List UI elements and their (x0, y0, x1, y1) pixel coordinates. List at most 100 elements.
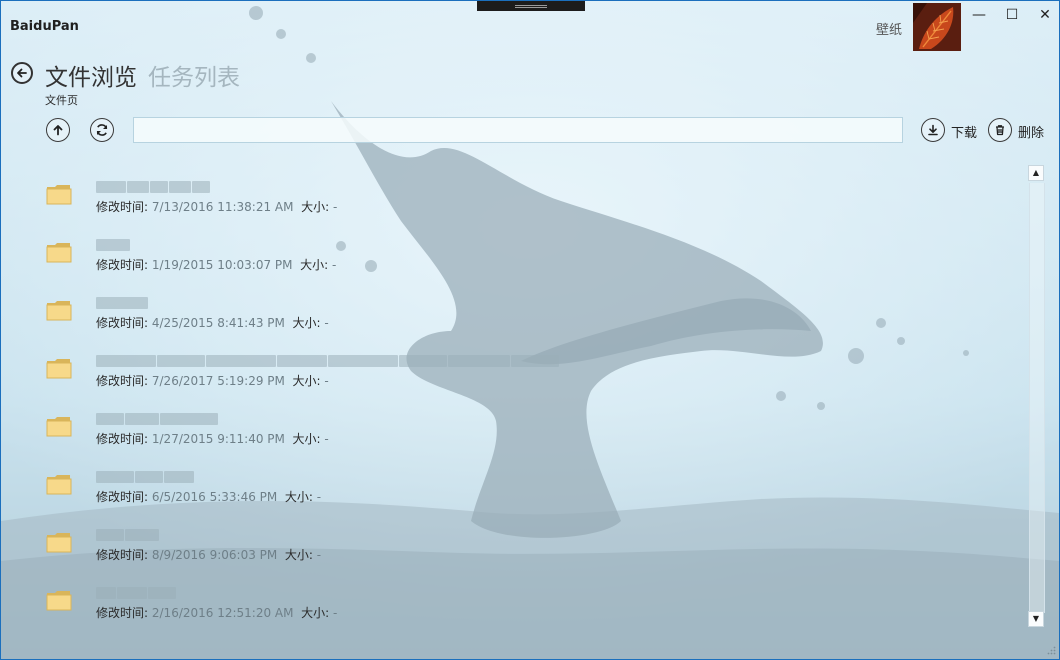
size-label: 大小: (292, 432, 321, 446)
path-input[interactable] (133, 117, 903, 143)
file-row[interactable]: 修改时间: 2/16/2016 12:51:20 AM 大小: - (41, 577, 661, 629)
redacted-text-segment (148, 587, 176, 599)
modified-label: 修改时间: (96, 490, 149, 504)
redacted-text-segment (206, 355, 276, 367)
wallpaper-thumbnail[interactable] (913, 3, 961, 51)
delete-button[interactable] (988, 118, 1012, 142)
maximize-button[interactable]: ☐ (997, 5, 1027, 25)
file-name-redacted[interactable] (96, 236, 131, 251)
refresh-button[interactable] (90, 118, 114, 142)
redacted-text-segment (150, 181, 168, 193)
close-button[interactable]: ✕ (1030, 5, 1059, 25)
file-row[interactable]: 修改时间: 4/25/2015 8:41:43 PM 大小: - (41, 287, 661, 339)
modified-label: 修改时间: (96, 374, 149, 388)
modified-label: 修改时间: (96, 258, 149, 272)
size-label: 大小: (301, 200, 330, 214)
download-button[interactable] (921, 118, 945, 142)
redacted-text-segment (96, 297, 148, 309)
back-button[interactable] (11, 62, 33, 84)
modified-time: 4/25/2015 8:41:43 PM (151, 316, 285, 330)
drag-handle[interactable] (477, 1, 585, 11)
folder-icon (46, 185, 72, 205)
size-label: 大小: (292, 374, 321, 388)
modified-time: 8/9/2016 9:06:03 PM (151, 548, 278, 562)
file-size: - (332, 258, 337, 272)
scroll-up-arrow[interactable]: ▲ (1028, 165, 1044, 181)
file-name-redacted[interactable] (96, 294, 149, 309)
wallpaper-button[interactable]: 壁纸 (876, 19, 902, 38)
file-meta: 修改时间: 1/27/2015 9:11:40 PM 大小: - (96, 430, 329, 447)
folder-icon (46, 417, 72, 437)
file-size: - (333, 606, 338, 620)
file-name-redacted[interactable] (96, 584, 177, 599)
list-scrollbar[interactable]: ▲ ▼ (1027, 165, 1045, 631)
file-name-redacted[interactable] (96, 468, 195, 483)
file-size: - (324, 316, 329, 330)
size-label: 大小: (284, 490, 313, 504)
redacted-text-segment (96, 355, 156, 367)
file-row[interactable]: 修改时间: 1/19/2015 10:03:07 PM 大小: - (41, 229, 661, 281)
redacted-text-segment (96, 181, 126, 193)
modified-label: 修改时间: (96, 200, 149, 214)
redacted-text-segment (135, 471, 163, 483)
redacted-text-segment (96, 471, 134, 483)
redacted-text-segment (96, 587, 116, 599)
modified-label: 修改时间: (96, 432, 149, 446)
refresh-icon (96, 124, 108, 136)
redacted-text-segment (160, 413, 218, 425)
scroll-track[interactable] (1029, 183, 1045, 613)
file-row[interactable]: 修改时间: 7/26/2017 5:19:29 PM 大小: - (41, 345, 661, 397)
redacted-text-segment (169, 181, 191, 193)
app-window: BaiduPan 壁纸 — ☐ ✕ 文件浏览 任务列表 文件页 下载 删除 修改… (0, 0, 1060, 660)
file-name-redacted[interactable] (96, 178, 211, 193)
file-row[interactable]: 修改时间: 1/27/2015 9:11:40 PM 大小: - (41, 403, 661, 455)
redacted-text-segment (125, 529, 159, 541)
file-row[interactable]: 修改时间: 7/13/2016 11:38:21 AM 大小: - (41, 171, 661, 223)
app-title: BaiduPan (10, 19, 79, 34)
redacted-text-segment (117, 587, 147, 599)
file-name-redacted[interactable] (96, 352, 560, 367)
file-size: - (333, 200, 338, 214)
folder-icon (46, 475, 72, 495)
up-directory-button[interactable] (46, 118, 70, 142)
folder-icon (46, 533, 72, 553)
file-size: - (316, 548, 322, 562)
size-label: 大小: (292, 316, 321, 330)
file-row[interactable]: 修改时间: 6/5/2016 5:33:46 PM 大小: - (41, 461, 661, 513)
file-meta: 修改时间: 2/16/2016 12:51:20 AM 大小: - (96, 604, 337, 621)
redacted-text-segment (125, 413, 159, 425)
arrow-left-icon (17, 68, 27, 78)
tab-task-list[interactable]: 任务列表 (148, 58, 240, 92)
scroll-down-arrow[interactable]: ▼ (1028, 611, 1044, 627)
modified-time: 1/19/2015 10:03:07 PM (151, 258, 293, 272)
page-subtitle: 文件页 (45, 94, 78, 107)
file-meta: 修改时间: 6/5/2016 5:33:46 PM 大小: - (96, 488, 321, 505)
modified-time: 1/27/2015 9:11:40 PM (151, 432, 285, 446)
file-name-redacted[interactable] (96, 526, 160, 541)
redacted-text-segment (448, 355, 510, 367)
delete-label[interactable]: 删除 (1018, 122, 1044, 141)
folder-icon (46, 359, 72, 379)
file-size: - (316, 490, 322, 504)
size-label: 大小: (301, 606, 330, 620)
download-label[interactable]: 下载 (951, 122, 977, 141)
redacted-text-segment (164, 471, 194, 483)
redacted-text-segment (277, 355, 327, 367)
folder-icon (46, 301, 72, 321)
resize-grip-icon[interactable] (1046, 646, 1056, 656)
size-label: 大小: (284, 548, 313, 562)
tab-file-browse[interactable]: 文件浏览 (45, 58, 137, 92)
redacted-text-segment (127, 181, 149, 193)
modified-label: 修改时间: (96, 316, 149, 330)
file-meta: 修改时间: 4/25/2015 8:41:43 PM 大小: - (96, 314, 329, 331)
modified-time: 2/16/2016 12:51:20 AM (151, 606, 294, 620)
redacted-text-segment (399, 355, 447, 367)
modified-time: 7/26/2017 5:19:29 PM (151, 374, 285, 388)
folder-icon (46, 243, 72, 263)
file-row[interactable]: 修改时间: 8/9/2016 9:06:03 PM 大小: - (41, 519, 661, 571)
modified-label: 修改时间: (96, 606, 149, 620)
minimize-button[interactable]: — (964, 5, 994, 25)
trash-icon (996, 125, 1004, 136)
arrow-up-icon (53, 125, 63, 136)
file-name-redacted[interactable] (96, 410, 219, 425)
